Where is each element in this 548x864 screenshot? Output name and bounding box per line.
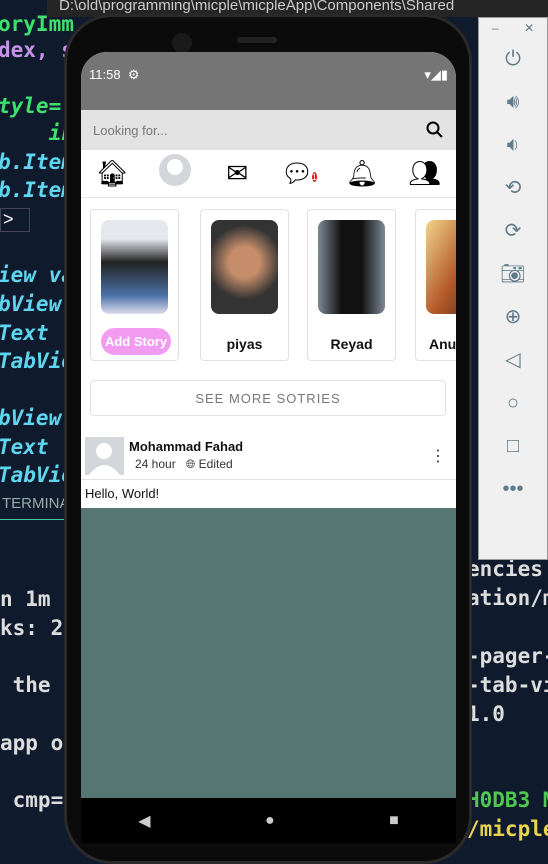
story-image <box>318 220 385 314</box>
recents-icon[interactable]: ■ <box>389 812 399 830</box>
post: Mohammad Fahad 24 hour 🌐︎ Edited ⋮ Hello… <box>81 430 456 508</box>
code-marker: > <box>0 208 30 232</box>
volume-up-icon[interactable]: 🔊︎ <box>479 81 547 124</box>
story-name: piyas <box>226 336 263 352</box>
code-line: bView. <box>0 406 74 430</box>
settings-icon: ⚙ <box>127 67 140 82</box>
home-nav-icon[interactable]: ● <box>265 812 275 830</box>
chat-icon[interactable]: 💬︎1 <box>280 158 320 189</box>
code-line: iew va <box>0 263 74 287</box>
code-line: dex, s <box>0 38 74 62</box>
emulator-toolbar: – ✕ ⏻ 🔊︎ 🔉︎ ⟲ ⟳ 📷︎ ⊕ ◁ ○ □ ••• <box>478 17 548 560</box>
post-author[interactable]: Mohammad Fahad <box>129 439 243 454</box>
code-line: bView. <box>0 292 74 316</box>
status-bar: 11:58 ⚙ ▾◢▮ <box>81 52 456 110</box>
group-icon[interactable]: 👥︎ <box>405 158 445 189</box>
profile-icon[interactable] <box>155 153 195 194</box>
search-input[interactable]: Looking for... <box>93 123 167 138</box>
overview-icon[interactable]: □ <box>479 425 547 468</box>
code-line: b.Item <box>0 150 74 174</box>
story-card[interactable]: piyas <box>200 209 289 361</box>
camera-icon[interactable]: 📷︎ <box>479 253 547 296</box>
home-icon[interactable]: 🏠︎ <box>92 158 132 189</box>
close-icon[interactable]: ✕ <box>524 18 534 38</box>
globe-icon: 🌐︎ <box>185 457 196 471</box>
story-image <box>426 220 456 314</box>
search-bar[interactable]: Looking for... <box>81 110 456 150</box>
story-name: Anu <box>429 336 456 352</box>
post-meta: 24 hour 🌐︎ Edited <box>135 457 233 472</box>
code-line: H0DB3 M <box>467 788 548 812</box>
code-line: /micple <box>467 817 548 841</box>
code-line: in <box>0 121 74 145</box>
terminal-tab[interactable]: TERMINA <box>0 490 70 520</box>
volume-down-icon[interactable]: 🔉︎ <box>479 124 547 167</box>
clock: 11:58 <box>89 67 121 82</box>
android-nav-bar: ◀ ● ■ <box>81 798 456 843</box>
minimize-icon[interactable]: – <box>492 18 499 38</box>
back-icon[interactable]: ◀ <box>138 811 150 831</box>
code-line: b.Item <box>0 178 74 202</box>
code-line: encies <box>467 557 543 581</box>
rotate-right-icon[interactable]: ⟳ <box>479 210 547 253</box>
code-line: Text <box>0 321 49 345</box>
bell-icon[interactable]: 🔔︎ <box>342 158 382 189</box>
wifi-signal-battery-icon: ▾◢▮ <box>424 67 448 82</box>
code-line: tyle= <box>0 94 62 118</box>
chat-badge: 1 <box>311 172 317 182</box>
back-icon[interactable]: ◁ <box>479 339 547 382</box>
avatar[interactable] <box>85 437 124 475</box>
post-text: Hello, World! <box>85 486 160 501</box>
mail-icon[interactable]: ✉︎ <box>217 158 257 189</box>
speaker-grille <box>237 37 277 43</box>
power-icon[interactable]: ⏻ <box>479 38 547 81</box>
code-line: ation/m <box>467 586 548 610</box>
story-name: Reyad <box>330 336 373 352</box>
code-line: -tab-vi <box>467 673 548 697</box>
post-edited: Edited <box>198 457 233 471</box>
camera-icon <box>172 33 192 53</box>
home-icon[interactable]: ○ <box>479 382 547 425</box>
story-card[interactable]: Anu <box>415 209 456 361</box>
content-area <box>81 508 456 798</box>
code-line: Text <box>0 435 49 459</box>
more-options-icon[interactable]: ⋮ <box>430 446 446 466</box>
story-image <box>211 220 278 314</box>
nav-icon-row: 🏠︎ ✉︎ 💬︎1 🔔︎ 👥︎ <box>81 150 456 198</box>
post-time: 24 hour <box>135 457 176 471</box>
add-story-card[interactable]: Add Story <box>90 209 179 361</box>
story-card[interactable]: Reyad <box>307 209 396 361</box>
code-line: 1.0 <box>467 702 505 726</box>
story-image <box>101 220 168 314</box>
rotate-left-icon[interactable]: ⟲ <box>479 167 547 210</box>
stories-row: Add Story piyas Reyad Anu <box>81 198 456 368</box>
post-header: Mohammad Fahad 24 hour 🌐︎ Edited ⋮ <box>81 430 456 480</box>
code-line: -pager- <box>467 644 548 668</box>
add-story-button[interactable]: Add Story <box>101 328 171 355</box>
zoom-icon[interactable]: ⊕ <box>479 296 547 339</box>
more-icon[interactable]: ••• <box>479 468 547 511</box>
search-icon[interactable] <box>426 121 444 139</box>
phone-screen: 11:58 ⚙ ▾◢▮ Looking for... 🏠︎ ✉︎ 💬︎1 🔔︎ … <box>81 52 456 843</box>
see-more-stories-button[interactable]: SEE MORE SOTRIES <box>90 380 446 416</box>
